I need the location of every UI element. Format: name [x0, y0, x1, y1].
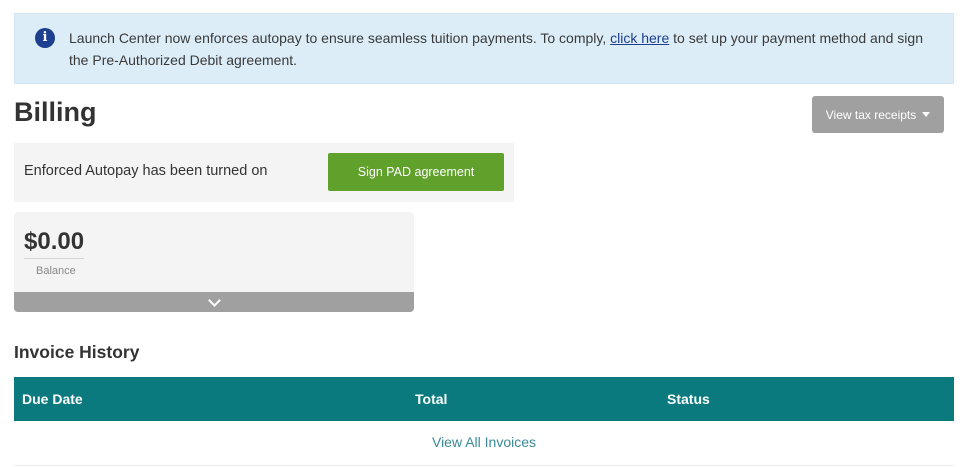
balance-label: Balance [36, 265, 76, 277]
balance-expand-toggle[interactable] [14, 292, 414, 312]
invoice-table-header: Due Date Total Status [14, 377, 954, 421]
column-header-status[interactable]: Status [667, 391, 710, 407]
autopay-alert-banner: i Launch Center now enforces autopay to … [14, 13, 954, 84]
info-icon: i [35, 28, 55, 48]
tax-receipts-label: View tax receipts [825, 107, 917, 122]
view-all-invoices-link[interactable]: View All Invoices [432, 434, 536, 450]
view-tax-receipts-button[interactable]: View tax receipts [812, 96, 944, 133]
column-header-total[interactable]: Total [415, 391, 447, 407]
chevron-down-icon [207, 293, 221, 307]
click-here-link[interactable]: click here [610, 30, 669, 46]
invoice-table-footer: View All Invoices [14, 421, 954, 466]
column-header-due-date[interactable]: Due Date [22, 391, 83, 407]
alert-text-before: Launch Center now enforces autopay to en… [69, 30, 611, 46]
alert-message: Launch Center now enforces autopay to en… [69, 27, 939, 71]
page-title: Billing [14, 97, 97, 127]
sign-pad-agreement-button[interactable]: Sign PAD agreement [328, 153, 504, 191]
balance-card: $0.00 Balance [14, 212, 414, 312]
balance-amount: $0.00 [24, 228, 85, 259]
autopay-status-panel: Enforced Autopay has been turned on Sign… [14, 143, 514, 202]
autopay-status-text: Enforced Autopay has been turned on [24, 163, 268, 179]
invoice-history-title: Invoice History [14, 342, 140, 362]
caret-down-icon [922, 112, 931, 117]
